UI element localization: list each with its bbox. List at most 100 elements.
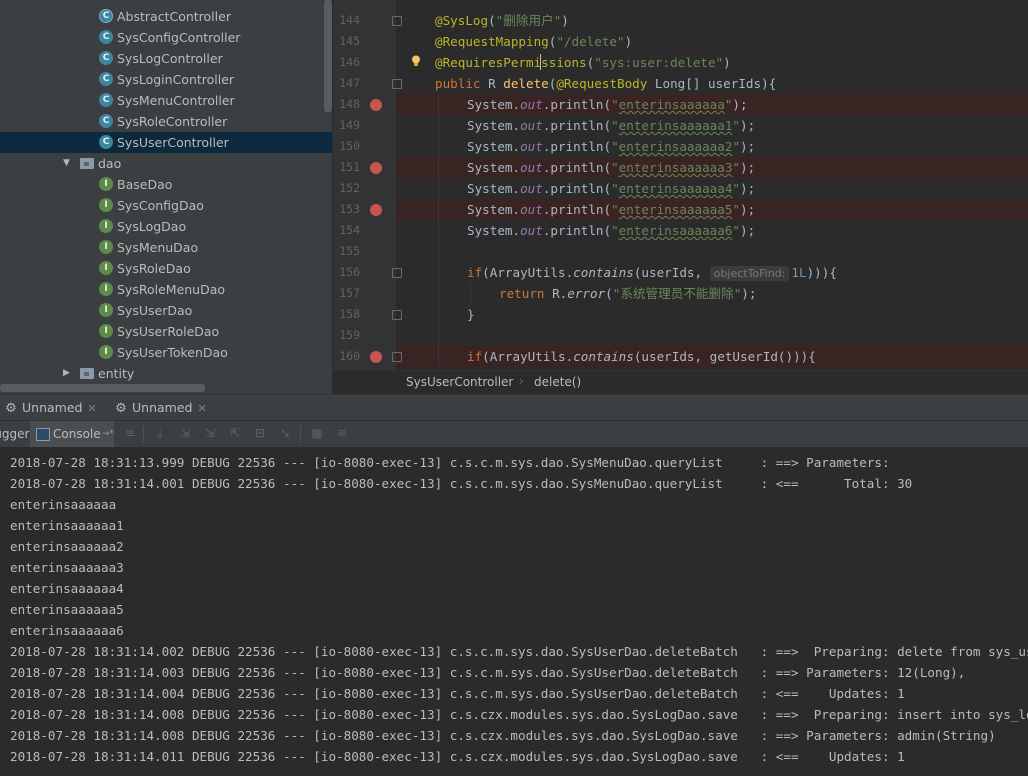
lightbulb-icon[interactable] bbox=[411, 53, 421, 66]
breakpoint-icon[interactable] bbox=[370, 99, 382, 111]
tree-item[interactable]: C SysConfigController bbox=[0, 27, 332, 48]
breakpoint-icon[interactable] bbox=[370, 351, 382, 363]
tree-item[interactable]: C AbstractController bbox=[0, 6, 332, 27]
code-line[interactable]: System.out.println("enterinsaaaaaa6"); bbox=[467, 220, 755, 241]
line-number[interactable]: 159 bbox=[333, 325, 360, 346]
tree-item[interactable]: I SysRoleDao bbox=[0, 258, 332, 279]
line-number[interactable]: 152 bbox=[333, 178, 360, 199]
fold-marker-icon[interactable] bbox=[392, 268, 402, 278]
tree-item[interactable]: I SysUserTokenDao bbox=[0, 342, 332, 363]
tree-item[interactable]: I SysLogDao bbox=[0, 216, 332, 237]
tree-item-label: SysMenuDao bbox=[117, 240, 199, 255]
tree-item[interactable]: C SysLogController bbox=[0, 48, 332, 69]
interface-icon: I bbox=[99, 303, 113, 317]
tree-horizontal-scrollbar[interactable] bbox=[0, 384, 205, 392]
breadcrumb-method[interactable]: delete() bbox=[534, 375, 581, 389]
line-number[interactable]: 150 bbox=[333, 136, 360, 157]
console-line: 2018-07-28 18:31:14.011 DEBUG 22536 --- … bbox=[10, 749, 905, 764]
breakpoint-icon[interactable] bbox=[370, 204, 382, 216]
collapse-arrow-icon[interactable]: ▶ bbox=[63, 363, 73, 384]
fold-marker-icon[interactable] bbox=[392, 79, 402, 89]
line-number[interactable]: 151 bbox=[333, 157, 360, 178]
breakpoint-icon[interactable] bbox=[370, 162, 382, 174]
evaluate-expression-icon[interactable]: ▦ bbox=[310, 426, 324, 440]
interface-icon: I bbox=[99, 261, 113, 275]
line-number[interactable]: 146 bbox=[333, 52, 360, 73]
line-number[interactable]: 145 bbox=[333, 31, 360, 52]
close-icon[interactable]: ✕ bbox=[197, 402, 206, 415]
code-line[interactable]: System.out.println("enterinsaaaaaa4"); bbox=[467, 178, 755, 199]
code-line[interactable]: @RequiresPermissions("sys:user:delete") bbox=[435, 52, 731, 73]
debugger-tab[interactable]: Debugger bbox=[0, 421, 29, 447]
tree-item[interactable]: I SysMenuDao bbox=[0, 237, 332, 258]
line-number[interactable]: 154 bbox=[333, 220, 360, 241]
expand-arrow-icon[interactable]: ▼ bbox=[63, 153, 73, 174]
fold-marker-icon[interactable] bbox=[392, 352, 402, 362]
code-line[interactable]: public R delete(@RequestBody Long[] user… bbox=[435, 73, 776, 94]
tree-item[interactable]: I SysConfigDao bbox=[0, 195, 332, 216]
tree-scrollbar[interactable] bbox=[324, 0, 332, 112]
line-number[interactable]: 156 bbox=[333, 262, 360, 283]
debug-tab-label: Unnamed bbox=[22, 400, 83, 415]
tree-item[interactable]: ▶ entity bbox=[0, 363, 332, 384]
line-number[interactable]: 160 bbox=[333, 346, 360, 367]
code-line[interactable]: System.out.println("enterinsaaaaaa"); bbox=[467, 94, 748, 115]
drop-frame-icon[interactable]: ⊟ bbox=[253, 426, 267, 440]
tree-item[interactable]: C SysUserController bbox=[0, 132, 332, 153]
code-line[interactable]: if(ArrayUtils.contains(userIds, getUserI… bbox=[467, 346, 816, 367]
step-over-icon[interactable]: ⤓ bbox=[153, 426, 167, 440]
console-output[interactable]: 2018-07-28 18:31:13.999 DEBUG 22536 --- … bbox=[0, 447, 1028, 776]
indent-guide bbox=[438, 94, 439, 366]
console-tab[interactable]: Console →* bbox=[30, 421, 114, 447]
close-icon[interactable]: ✕ bbox=[87, 402, 96, 415]
tree-item[interactable]: C SysRoleController bbox=[0, 111, 332, 132]
code-line[interactable]: } bbox=[467, 304, 475, 325]
code-line[interactable]: @SysLog("删除用户") bbox=[435, 10, 569, 31]
line-number[interactable]: 144 bbox=[333, 10, 360, 31]
step-out-icon[interactable]: ⇱ bbox=[228, 426, 242, 440]
tree-item[interactable]: C SysMenuController bbox=[0, 90, 332, 111]
breadcrumb: SysUserController › delete() bbox=[333, 370, 1028, 395]
line-number[interactable]: 147 bbox=[333, 73, 360, 94]
run-to-cursor-icon[interactable]: ↘ bbox=[278, 426, 292, 440]
class-icon: C bbox=[99, 114, 113, 128]
console-line: enterinsaaaaaa bbox=[10, 497, 117, 512]
code-line[interactable]: return R.error("系统管理员不能删除"); bbox=[499, 283, 756, 304]
tree-item[interactable]: C SysLoginController bbox=[0, 69, 332, 90]
code-line[interactable]: System.out.println("enterinsaaaaaa3"); bbox=[467, 157, 755, 178]
project-tree[interactable]: C AbstractController C SysConfigController C… bbox=[0, 0, 332, 394]
tree-item-label: SysRoleMenuDao bbox=[117, 282, 226, 297]
interface-icon: I bbox=[99, 177, 113, 191]
force-step-into-icon[interactable]: ⇲ bbox=[203, 426, 217, 440]
line-number[interactable]: 155 bbox=[333, 241, 360, 262]
code-line[interactable]: System.out.println("enterinsaaaaaa5"); bbox=[467, 199, 755, 220]
interface-icon: I bbox=[99, 240, 113, 254]
code-line[interactable]: if(ArrayUtils.contains(userIds, objectTo… bbox=[467, 262, 837, 283]
code-line[interactable]: System.out.println("enterinsaaaaaa1"); bbox=[467, 115, 755, 136]
debug-tab-1[interactable]: ⚙ Unnamed ✕ bbox=[4, 395, 97, 421]
console-tab-label: Console bbox=[53, 427, 101, 441]
step-into-icon[interactable]: ⇲ bbox=[178, 426, 192, 440]
line-number[interactable]: 149 bbox=[333, 115, 360, 136]
tree-item[interactable]: I BaseDao bbox=[0, 174, 332, 195]
code-line[interactable]: System.out.println("enterinsaaaaaa2"); bbox=[467, 136, 755, 157]
line-number[interactable]: 158 bbox=[333, 304, 360, 325]
code-line[interactable]: @RequestMapping("/delete") bbox=[435, 31, 632, 52]
tree-item[interactable]: I SysRoleMenuDao bbox=[0, 279, 332, 300]
tree-item[interactable]: I SysUserRoleDao bbox=[0, 321, 332, 342]
tree-item[interactable]: ▼ dao bbox=[0, 153, 332, 174]
trace-icon[interactable]: ≋ bbox=[335, 426, 349, 440]
console-line: enterinsaaaaaa1 bbox=[10, 518, 124, 533]
tree-item-label: SysLogDao bbox=[117, 219, 187, 234]
tree-item[interactable]: I SysUserDao bbox=[0, 300, 332, 321]
debug-tab-2[interactable]: ⚙ Unnamed ✕ bbox=[114, 395, 207, 421]
line-number[interactable]: 153 bbox=[333, 199, 360, 220]
console-line: enterinsaaaaaa4 bbox=[10, 581, 124, 596]
line-number[interactable]: 148 bbox=[333, 94, 360, 115]
fold-marker-icon[interactable] bbox=[392, 16, 402, 26]
show-execution-point-icon[interactable]: ≡ bbox=[123, 426, 137, 440]
breadcrumb-class[interactable]: SysUserController bbox=[406, 375, 513, 389]
toolbar-separator bbox=[300, 426, 301, 442]
fold-marker-icon[interactable] bbox=[392, 310, 402, 320]
line-number[interactable]: 157 bbox=[333, 283, 360, 304]
